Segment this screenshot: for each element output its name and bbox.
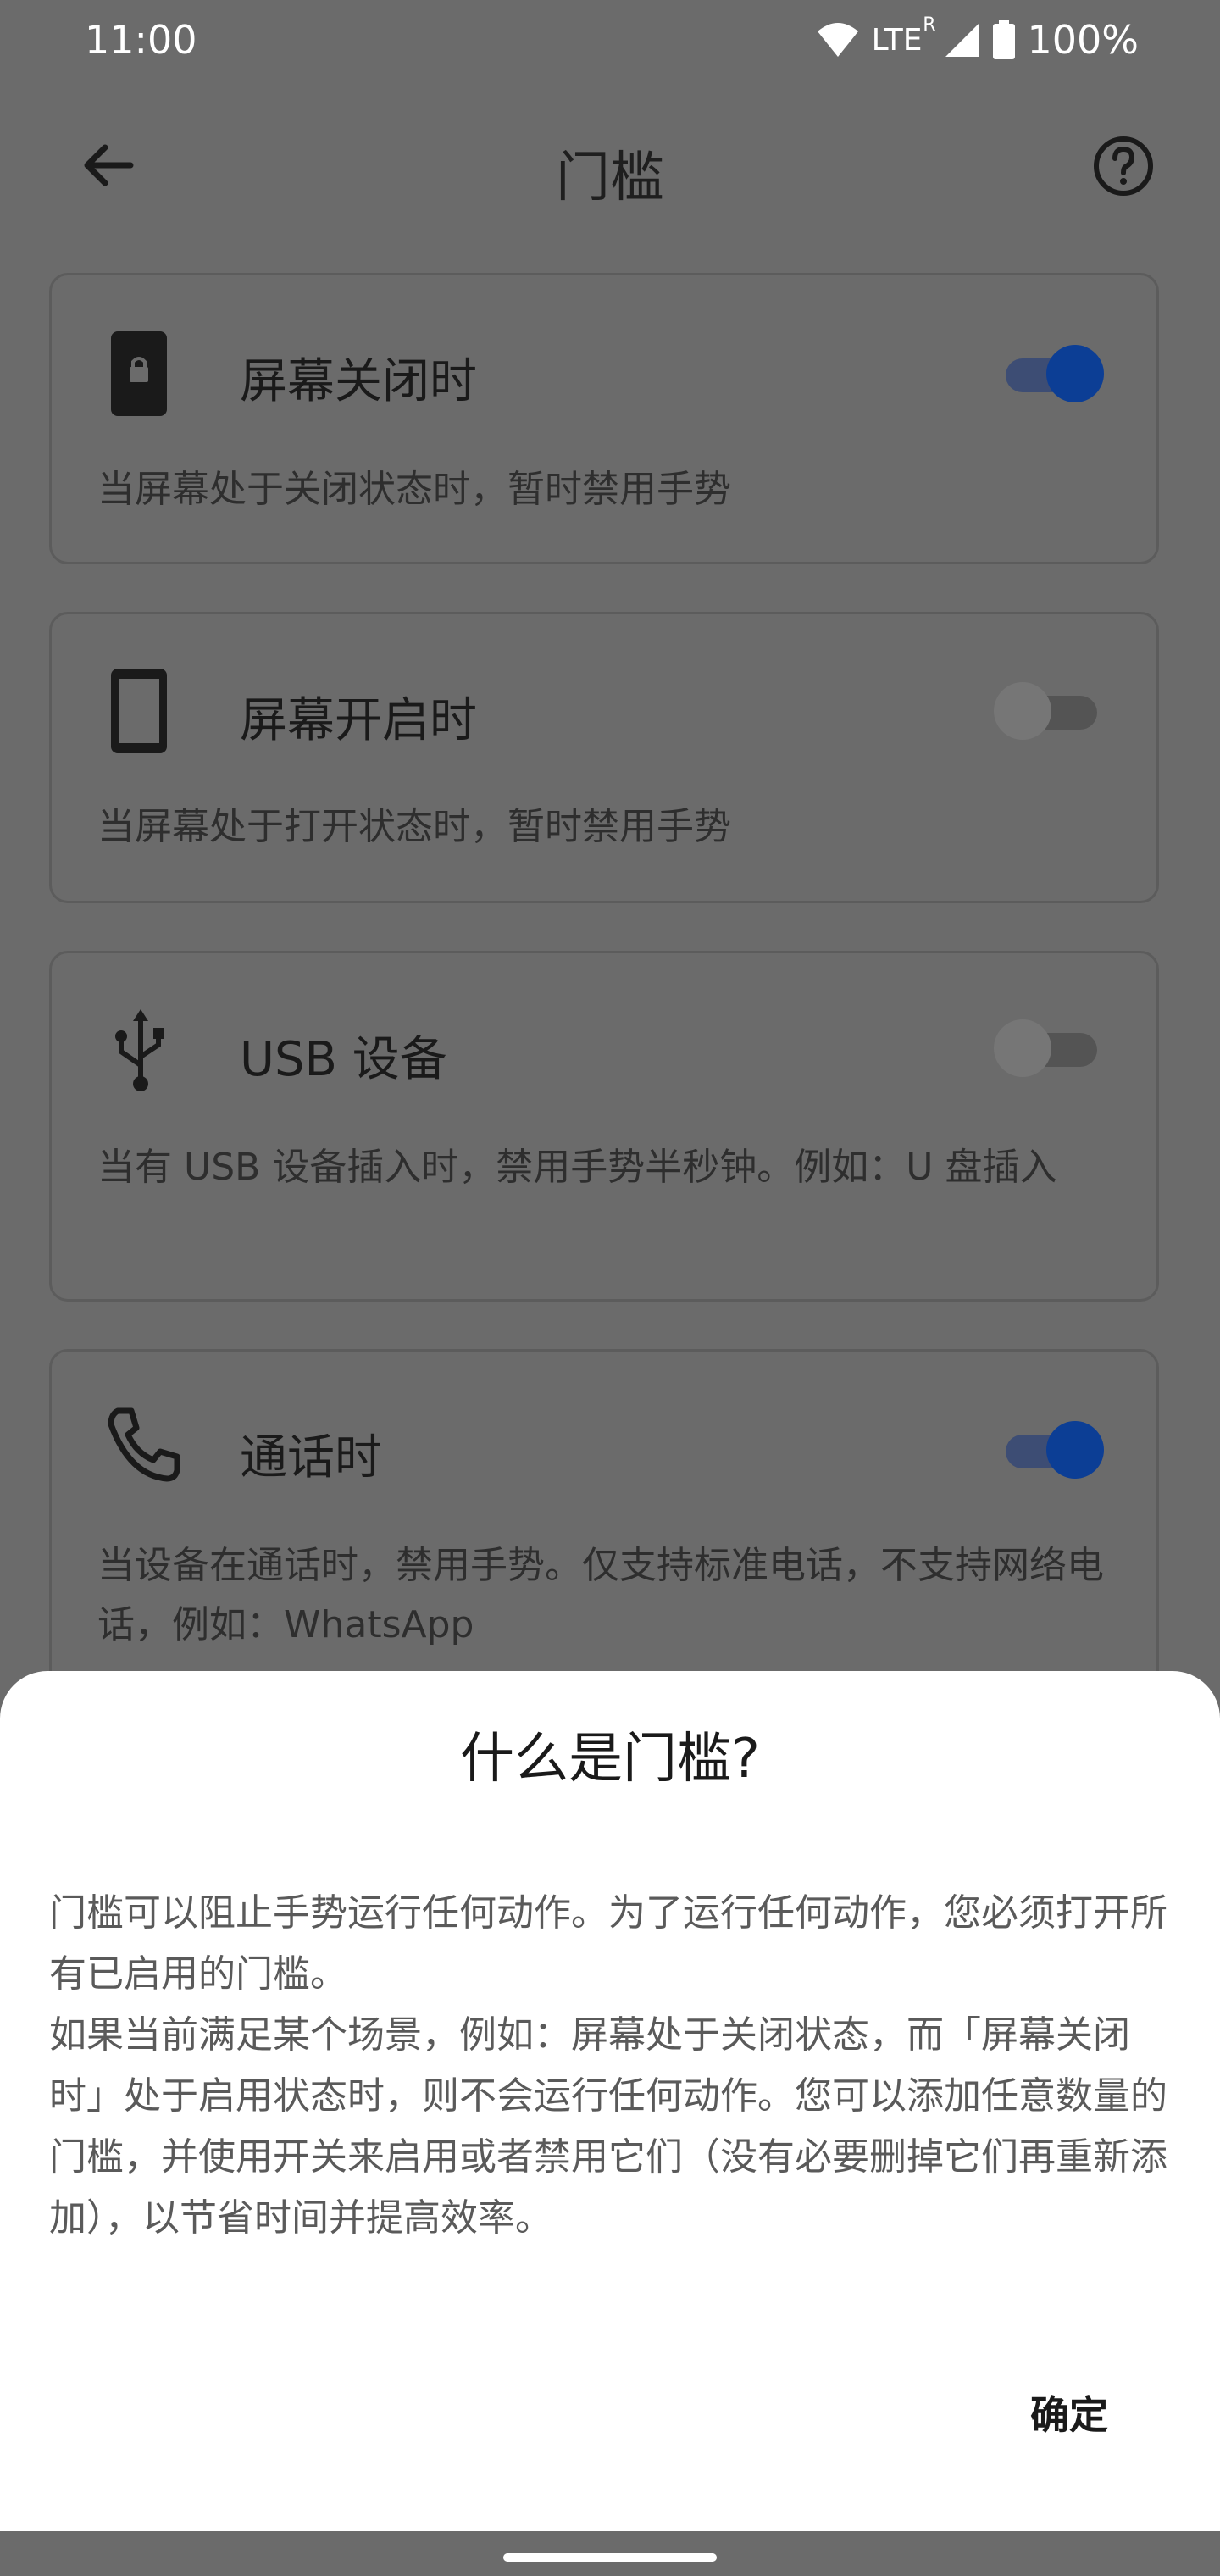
dialog-title: 什么是门槛?	[460, 1728, 760, 1790]
card-title: 通话时	[240, 1430, 382, 1485]
card-title: USB 设备	[240, 1032, 447, 1087]
battery-percent: 100%	[1027, 17, 1139, 63]
network-label: LTE	[871, 22, 923, 58]
app-bar: 门槛	[0, 102, 1220, 237]
wifi-icon	[817, 23, 858, 57]
screen: 11:00 LTE R 100% 门槛 屏幕关闭时 当屏幕处于关闭状态时，暂时禁…	[0, 0, 1220, 2576]
condition-card-in-call[interactable]: 通话时 当设备在通话时，禁用手势。仅支持标准电话，不支持网络电话，例如：What…	[49, 1349, 1159, 1705]
status-icons: LTE R 100%	[816, 14, 1139, 63]
dialog-body: 门槛可以阻止手势运行任何动作。为了运行任何动作，您必须打开所有已启用的门槛。 如…	[49, 1883, 1173, 2249]
roaming-indicator: R	[923, 14, 936, 36]
toggle-thumb	[1046, 1421, 1104, 1479]
card-description: 当有 USB 设备插入时，禁用手势半秒钟。例如：U 盘插入	[97, 1146, 1057, 1189]
card-description: 当屏幕处于打开状态时，暂时禁用手势	[97, 805, 731, 848]
confirm-button[interactable]: 确定	[1030, 2384, 1108, 2440]
battery-icon	[993, 20, 1016, 59]
card-description: 当屏幕处于关闭状态时，暂时禁用手势	[97, 468, 731, 511]
dialog-paragraph: 如果当前满足某个场景，例如：屏幕处于关闭状态，而「屏幕关闭时」处于启用状态时，则…	[49, 2013, 1167, 2240]
in-call-toggle[interactable]	[997, 1414, 1104, 1482]
card-title: 屏幕开启时	[240, 693, 477, 748]
usb-icon	[115, 1009, 164, 1091]
condition-card-screen-off[interactable]: 屏幕关闭时 当屏幕处于关闭状态时，暂时禁用手势	[49, 273, 1159, 564]
help-bottom-sheet: 什么是门槛? 门槛可以阻止手势运行任何动作。为了运行任何动作，您必须打开所有已启…	[0, 1671, 1220, 2531]
navigation-bar	[0, 2531, 1220, 2576]
gesture-handle[interactable]	[503, 2553, 717, 2562]
page-title: 门槛	[556, 147, 664, 209]
toggle-thumb	[1046, 345, 1104, 402]
condition-card-usb[interactable]: USB 设备 当有 USB 设备插入时，禁用手势半秒钟。例如：U 盘插入	[49, 951, 1159, 1302]
card-description: 当设备在通话时，禁用手势。仅支持标准电话，不支持网络电话，例如：WhatsApp	[97, 1544, 1104, 1646]
toggle-thumb	[994, 1019, 1051, 1077]
smartphone-icon	[111, 669, 167, 753]
toggle-thumb	[994, 682, 1051, 740]
screen-off-toggle[interactable]	[997, 338, 1104, 406]
condition-card-screen-on[interactable]: 屏幕开启时 当屏幕处于打开状态时，暂时禁用手势	[49, 612, 1159, 903]
status-bar: 11:00 LTE R 100%	[0, 0, 1220, 85]
usb-toggle[interactable]	[994, 1013, 1099, 1080]
card-title: 屏幕关闭时	[240, 354, 477, 409]
phone-lock-icon	[111, 331, 167, 416]
dialog-paragraph: 门槛可以阻止手势运行任何动作。为了运行任何动作，您必须打开所有已启用的门槛。	[49, 1891, 1167, 1996]
signal-icon	[946, 23, 980, 57]
status-time: 11:00	[85, 17, 197, 63]
screen-on-toggle[interactable]	[994, 675, 1099, 743]
help-circle-icon[interactable]	[1090, 132, 1157, 200]
lte-indicator: LTE R	[871, 14, 936, 58]
phone-call-icon	[108, 1407, 180, 1482]
